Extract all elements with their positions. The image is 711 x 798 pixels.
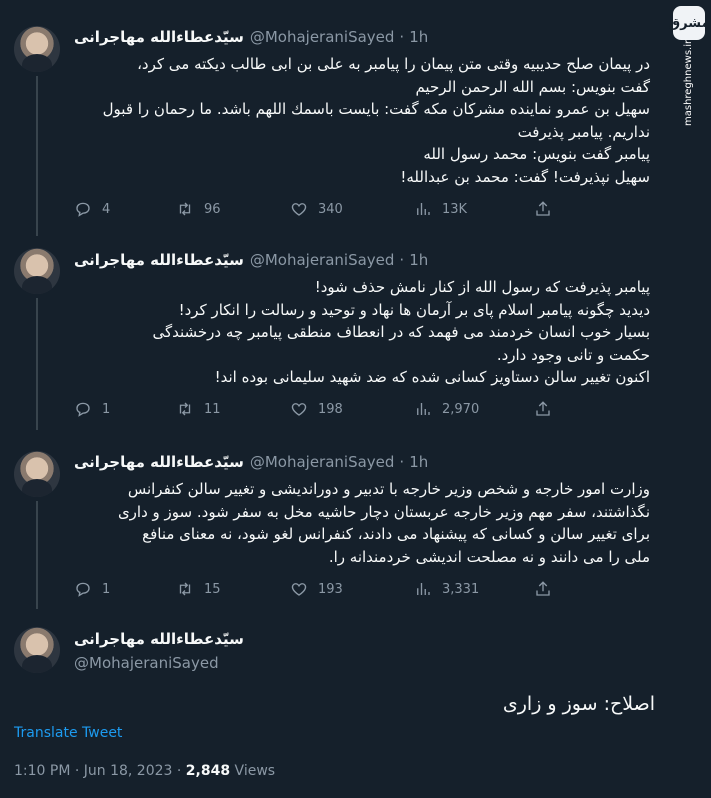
author-name[interactable]: سیّدعطاءالله مهاجرانی [74, 453, 244, 471]
heart-icon [291, 203, 307, 216]
reply-icon [76, 402, 90, 417]
author-name[interactable]: سیّدعطاءالله مهاجرانی [74, 28, 244, 46]
translate-tweet-link[interactable]: Translate Tweet [14, 725, 122, 741]
like-button[interactable]: 198 [290, 400, 343, 418]
reply-count: 4 [102, 201, 111, 217]
analytics-icon [417, 403, 430, 415]
tweet-line: بسیار خوب انسان خردمند می فهمد که در انع… [152, 323, 650, 341]
tweet-time[interactable]: 1h [409, 28, 428, 46]
like-count: 340 [318, 201, 343, 217]
analytics-icon [417, 203, 430, 215]
separator-dot: · [399, 251, 405, 269]
like-count: 198 [318, 401, 343, 417]
reply-button[interactable]: 1 [74, 580, 110, 598]
retweet-icon [179, 582, 191, 596]
thread-line [36, 76, 38, 236]
separator-dot: · [399, 28, 405, 46]
action-bar: 1 15 193 3,331 [74, 580, 564, 602]
tweet-line: دیدید چگونه پیامبر اسلام پای بر آرمان ها… [178, 300, 650, 319]
heart-icon [291, 403, 307, 416]
share-icon [536, 201, 550, 216]
thread-line [36, 501, 38, 609]
like-button[interactable]: 340 [290, 200, 343, 218]
tweet-time[interactable]: 1h [409, 251, 428, 269]
analytics-icon [417, 583, 430, 595]
author-handle[interactable]: @MohajeraniSayed [250, 453, 395, 471]
share-button[interactable] [534, 200, 552, 218]
reply-count: 1 [102, 581, 111, 597]
retweet-button[interactable]: 11 [176, 400, 221, 418]
tweet-line: ملی را می دانند و نه مصلحت اندیشی خردمند… [328, 547, 650, 566]
views-label: Views [234, 763, 276, 779]
action-bar: 4 96 340 13K [74, 200, 564, 222]
share-button[interactable] [534, 400, 552, 418]
avatar[interactable] [14, 627, 60, 673]
reply-button[interactable]: 1 [74, 400, 110, 418]
share-icon [536, 401, 550, 416]
views-count: 13K [442, 201, 468, 217]
retweet-button[interactable]: 15 [176, 580, 221, 598]
like-count: 193 [318, 581, 343, 597]
tweet-line: وزارت امور خارجه و شخص وزیر خارجه با تدب… [127, 480, 650, 498]
views-total: 2,848 [185, 763, 231, 779]
tweet-line: سهیل نپذیرفت! گفت: محمد بن عبدالله! [400, 167, 650, 186]
like-button[interactable]: 193 [290, 580, 343, 598]
tweet-line: برای تغییر سالن و کسانی که پیشنهاد می دا… [142, 525, 650, 543]
reply-count: 1 [102, 401, 111, 417]
author-handle[interactable]: @MohajeraniSayed [250, 28, 395, 46]
tweet-text: پیامبر پذیرفت که رسول الله از کنار نامش … [74, 276, 650, 389]
logo-text: مشرق [668, 15, 710, 31]
retweet-icon [179, 202, 191, 216]
share-button[interactable] [534, 580, 552, 598]
views-count: 2,970 [442, 401, 480, 417]
action-bar: 1 11 198 2,970 [74, 400, 564, 422]
views-button[interactable]: 3,331 [414, 580, 479, 598]
watermark-site: mashreghnews.ir [683, 39, 694, 126]
avatar[interactable] [14, 451, 60, 497]
separator-dot: · [399, 453, 405, 471]
avatar[interactable] [14, 26, 60, 72]
author-name[interactable]: سیّدعطاءالله مهاجرانی [74, 630, 244, 648]
tweet-line: پیامبر پذیرفت که رسول الله از کنار نامش … [314, 278, 650, 296]
tweet-header: سیّدعطاءالله مهاجرانی @MohajeraniSayed ·… [74, 249, 670, 271]
tweet-text: در پیمان صلح حدیبیه وقتی متن پیمان را پی… [74, 53, 650, 188]
retweet-count: 11 [204, 401, 221, 417]
tweet-timestamp[interactable]: 1:10 PM · Jun 18, 2023 · [14, 763, 181, 779]
tweet-line: نداریم. پیامبر پذیرفت [517, 122, 650, 141]
retweet-count: 96 [204, 201, 221, 217]
views-count: 3,331 [442, 581, 480, 597]
avatar[interactable] [14, 248, 60, 294]
retweet-icon [179, 402, 191, 416]
heart-icon [291, 583, 307, 596]
views-button[interactable]: 13K [414, 200, 467, 218]
tweet-line: گفت بنویس: بسم الله الرحمن الرحیم [415, 77, 650, 96]
reply-icon [76, 582, 90, 597]
author-handle[interactable]: @MohajeraniSayed [74, 654, 219, 672]
tweet-time[interactable]: 1h [409, 453, 428, 471]
tweet-meta: 1:10 PM · Jun 18, 2023 · 2,848 Views [14, 763, 275, 779]
tweet-line: نگذاشتند، سفر مهم وزیر خارجه عربستان دچا… [117, 502, 650, 521]
author-handle[interactable]: @MohajeraniSayed [250, 251, 395, 269]
tweet-line: در پیمان صلح حدیبیه وقتی متن پیمان را پی… [137, 55, 650, 73]
author-name[interactable]: سیّدعطاءالله مهاجرانی [74, 251, 244, 269]
share-icon [536, 581, 550, 596]
views-button[interactable]: 2,970 [414, 400, 479, 418]
thread-line [36, 298, 38, 430]
reply-icon [76, 202, 90, 217]
mashregh-logo: مشرق [669, 6, 710, 40]
retweet-button[interactable]: 96 [176, 200, 221, 218]
tweet-header: سیّدعطاءالله مهاجرانی @MohajeraniSayed ·… [74, 26, 670, 48]
tweet-header: سیّدعطاءالله مهاجرانی @MohajeraniSayed ·… [74, 451, 670, 473]
retweet-count: 15 [204, 581, 221, 597]
reply-button[interactable]: 4 [74, 200, 110, 218]
main-tweet-text: اصلاح: سوز و زاری [502, 693, 655, 715]
tweet-line: سهیل بن عمرو نماینده مشرکان مکه گفت: بای… [102, 100, 650, 118]
tweet-text: وزارت امور خارجه و شخص وزیر خارجه با تدب… [74, 478, 650, 568]
tweet-line: حکمت و تانی وجود دارد. [496, 345, 650, 364]
tweet-line: پیامبر گفت بنویس: محمد رسول الله [423, 145, 650, 163]
tweet-line: اکنون تغییر سالن دستاویز کسانی شده که ضد… [214, 368, 650, 386]
